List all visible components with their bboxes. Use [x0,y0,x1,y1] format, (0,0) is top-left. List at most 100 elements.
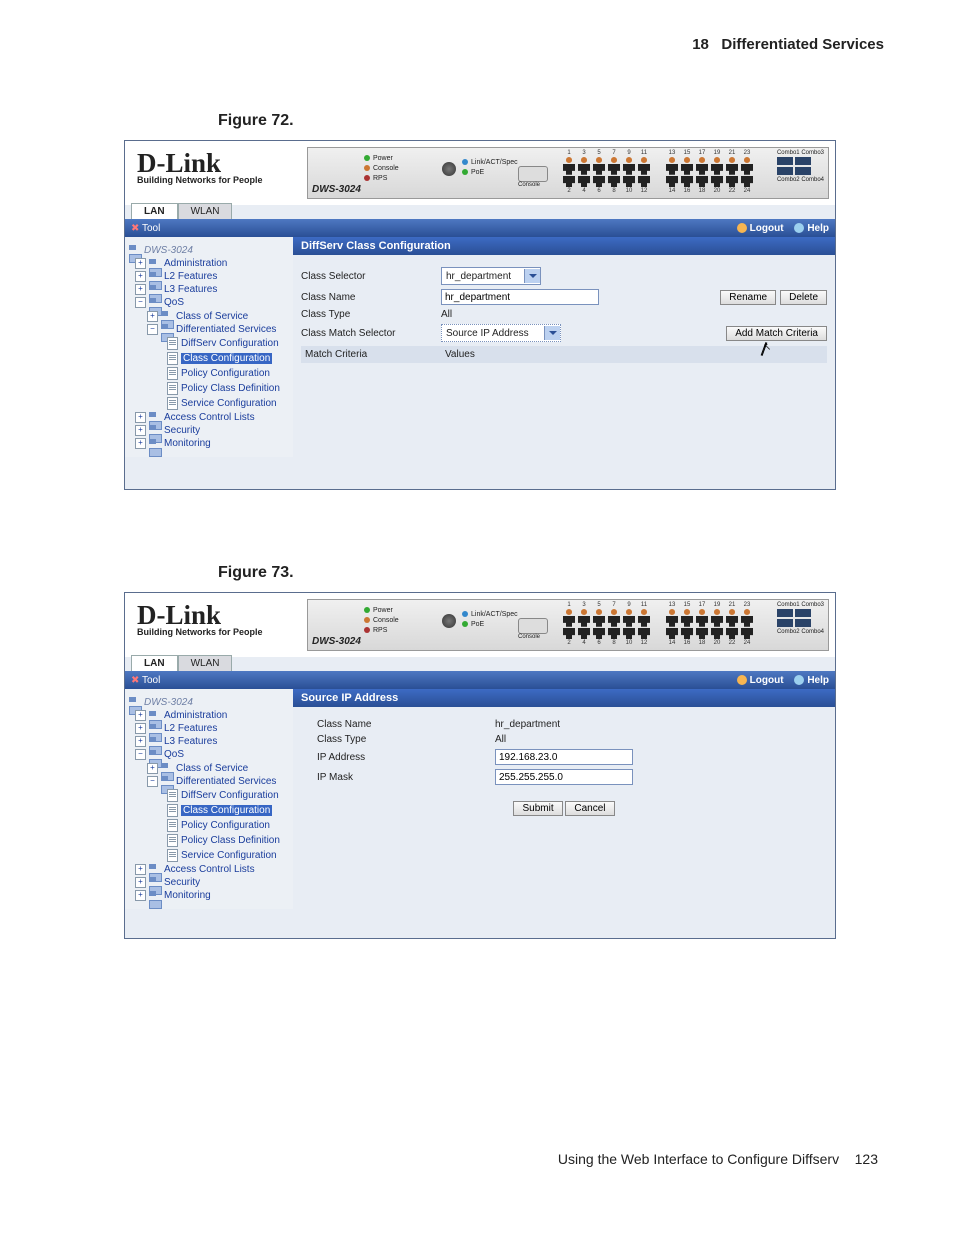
brand-box: D-Link Building Networks for People [131,599,301,651]
tool-menu[interactable]: Tool [142,675,160,686]
tree-acl[interactable]: +Access Control Lists [129,412,289,423]
criteria-header-row: Match Criteria Values [301,346,827,363]
tree-policy-class-def[interactable]: Policy Class Definition [129,834,289,847]
port-bank-2: 1314 1516 1718 1920 2122 2324 [666,150,753,194]
class-name-label: Class Name [301,719,495,730]
rename-button[interactable]: Rename [720,290,776,305]
toolbar: ✖ Tool Logout Help [125,671,835,689]
figure-72-screenshot: D-Link Building Networks for People DWS-… [124,140,836,490]
tree-security[interactable]: +Security [129,877,289,888]
tab-wlan[interactable]: WLAN [178,203,233,219]
combo-row-1: Combo1 Combo3 [777,150,824,156]
device-front-panel: DWS-3024 Power Console RPS Link/ACT/Spec… [307,147,829,199]
ip-address-input[interactable] [495,749,633,765]
tree-l3-features[interactable]: +L3 Features [129,284,289,295]
page-number: 123 [855,1151,878,1167]
combo-row-2: Combo2 Combo4 [777,177,824,183]
page-header: 18 Differentiated Services [692,36,884,53]
console-port-icon [518,166,548,182]
port-bank-2: 1314 1516 1718 1920 2122 2324 [666,602,753,646]
chevron-down-icon [544,326,560,340]
rps-led: RPS [364,174,399,184]
tree-diffserv-config[interactable]: DiffServ Configuration [129,789,289,802]
tree-monitoring[interactable]: +Monitoring [129,438,289,449]
class-type-value: All [495,734,506,745]
tab-lan[interactable]: LAN [131,655,178,671]
tree-l2-features[interactable]: +L2 Features [129,271,289,282]
tree-acl[interactable]: +Access Control Lists [129,864,289,875]
chapter-title: Differentiated Services [721,36,884,53]
class-match-selector-dropdown[interactable]: Source IP Address [441,324,561,342]
figure-73-caption: Figure 73. [218,564,294,582]
tree-administration[interactable]: +Administration [129,710,289,721]
tool-menu[interactable]: Tool [142,223,160,234]
tree-class-of-service[interactable]: +Class of Service [129,311,289,322]
fan-icon [442,162,456,176]
brand-tagline: Building Networks for People [137,627,295,637]
ip-address-label: IP Address [301,752,495,763]
tree-diffserv[interactable]: −Differentiated Services [129,776,289,787]
tree-service-config[interactable]: Service Configuration [129,397,289,410]
tree-administration[interactable]: +Administration [129,258,289,269]
tree-service-config[interactable]: Service Configuration [129,849,289,862]
tree-diffserv[interactable]: −Differentiated Services [129,324,289,335]
content-panel: DiffServ Class Configuration Class Selec… [293,237,835,457]
combo-row-2: Combo2 Combo4 [777,629,824,635]
device-model: DWS-3024 [312,184,361,195]
tree-policy-config[interactable]: Policy Configuration [129,367,289,380]
class-name-label: Class Name [301,292,441,303]
combo-ports: Combo1 Combo3 Combo2 Combo4 [777,602,824,636]
tree-qos[interactable]: −QoS [129,749,289,760]
class-selector-dropdown[interactable]: hr_department [441,267,541,285]
footer-text: Using the Web Interface to Configure Dif… [558,1151,839,1167]
tree-monitoring[interactable]: +Monitoring [129,890,289,901]
combo-ports: Combo1 Combo3 Combo2 Combo4 [777,150,824,184]
tree-class-config[interactable]: Class Configuration [129,804,289,817]
tab-lan[interactable]: LAN [131,203,178,219]
rps-led: RPS [364,626,399,636]
tree-policy-class-def[interactable]: Policy Class Definition [129,382,289,395]
mode-tabs: LAN WLAN [125,203,835,219]
class-type-value: All [441,309,452,320]
tree-policy-config[interactable]: Policy Configuration [129,819,289,832]
port-bank-1: 12 34 56 78 910 1112 [563,150,650,194]
power-led: Power [364,606,399,616]
nav-tree: DWS-3024 +Administration +L2 Features +L… [125,689,293,909]
power-led: Power [364,154,399,164]
tree-root[interactable]: DWS-3024 [129,697,289,708]
tab-wlan[interactable]: WLAN [178,655,233,671]
submit-button[interactable]: Submit [513,801,562,816]
tree-l2-features[interactable]: +L2 Features [129,723,289,734]
help-link[interactable]: Help [794,675,829,686]
tree-diffserv-config[interactable]: DiffServ Configuration [129,337,289,350]
device-front-panel: DWS-3024 Power Console RPS Link/ACT/Spec… [307,599,829,651]
link-act-led: Link/ACT/Spec [462,610,518,620]
logout-link[interactable]: Logout [737,223,784,234]
logout-link[interactable]: Logout [737,675,784,686]
port-bank-1: 12 34 56 78 910 1112 [563,602,650,646]
help-link[interactable]: Help [794,223,829,234]
values-col: Values [445,349,475,360]
tree-class-of-service[interactable]: +Class of Service [129,763,289,774]
tree-qos[interactable]: −QoS [129,297,289,308]
link-leds: Link/ACT/Spec PoE [462,158,518,178]
brand-box: D-Link Building Networks for People [131,147,301,199]
tree-class-config[interactable]: Class Configuration [129,352,289,365]
class-name-input[interactable] [441,289,599,305]
ip-mask-label: IP Mask [301,772,495,783]
add-match-criteria-button[interactable]: Add Match Criteria [726,326,827,341]
poe-led: PoE [462,620,518,630]
status-leds: Power Console RPS [364,154,399,183]
brand-tagline: Building Networks for People [137,175,295,185]
console-label: Console [518,182,540,188]
tree-root[interactable]: DWS-3024 [129,245,289,256]
ip-mask-input[interactable] [495,769,633,785]
tree-security[interactable]: +Security [129,425,289,436]
tree-l3-features[interactable]: +L3 Features [129,736,289,747]
delete-button[interactable]: Delete [780,290,827,305]
console-led: Console [364,616,399,626]
poe-led: PoE [462,168,518,178]
brand-name: D-Link [137,603,295,627]
class-name-value: hr_department [495,719,560,730]
cancel-button[interactable]: Cancel [565,801,614,816]
